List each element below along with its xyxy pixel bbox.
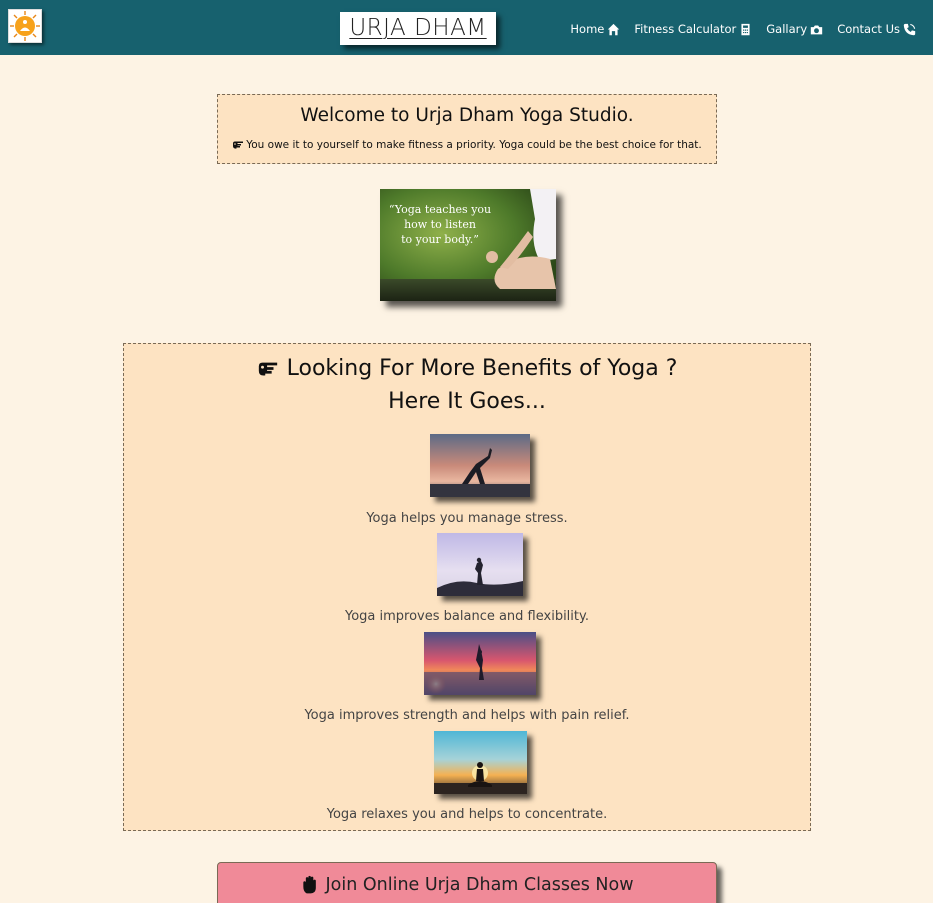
nav-fitness-calculator[interactable]: Fitness Calculator [634,22,752,36]
phone-icon [903,23,916,35]
welcome-box: Welcome to Urja Dham Yoga Studio. You ow… [217,94,717,164]
benefit-caption-strength: Yoga improves strength and helps with pa… [304,708,630,723]
join-online-classes-button[interactable]: Join Online Urja Dham Classes Now [217,862,717,903]
sunset-tree-pose-photo [424,632,536,695]
nav-home-label: Home [570,22,605,36]
balance-pose-photo [437,533,523,596]
nav-contact-us[interactable]: Contact Us [837,22,916,36]
brand-title[interactable]: URJA DHAM [340,12,496,45]
sunrise-meditation-photo [434,731,527,794]
sunset-yoga-pose-photo [430,434,530,497]
benefits-box: Looking For More Benefits of Yoga ? Here… [123,343,811,831]
welcome-subtitle: You owe it to yourself to make fitness a… [246,139,702,151]
hero-yoga-quote-image: “Yoga teaches you how to listen to your … [380,189,556,301]
nav-home[interactable]: Home [570,22,620,36]
nav-gallary-label: Gallary [766,22,808,36]
benefits-title: Looking For More Benefits of Yoga ? [286,356,678,381]
welcome-subtitle-row: You owe it to yourself to make fitness a… [218,139,716,151]
benefits-title-row: Looking For More Benefits of Yoga ? [124,354,810,384]
hero-quote-line-3: to your body.” [401,233,479,246]
benefit-image-concentrate [434,731,527,794]
urja-dham-logo[interactable] [8,9,42,43]
calculator-icon [741,23,750,35]
pointing-hand-icon [233,141,244,149]
nav-contact-us-label: Contact Us [837,22,900,36]
camera-icon [811,24,823,34]
welcome-title: Welcome to Urja Dham Yoga Studio. [300,105,634,126]
pointing-hand-icon [258,362,277,376]
benefits-subtitle: Here It Goes... [388,389,546,414]
raised-hand-icon [303,875,317,894]
navbar: URJA DHAM Home Fitness Calculator Gallar… [0,0,933,55]
benefit-caption-balance: Yoga improves balance and flexibility. [345,609,589,624]
benefit-caption-concentrate: Yoga relaxes you and helps to concentrat… [326,807,608,822]
nav-gallary[interactable]: Gallary [766,22,823,36]
hero-quote: “Yoga teaches you how to listen to your … [386,202,494,247]
hero-quote-line-2: how to listen [404,218,476,231]
benefit-image-balance [437,533,523,596]
benefit-caption-stress: Yoga helps you manage stress. [366,511,568,526]
benefit-image-stress [430,434,530,497]
home-icon [608,23,620,35]
benefit-image-strength [424,632,536,695]
nav-fitness-calculator-label: Fitness Calculator [634,22,737,36]
join-button-label: Join Online Urja Dham Classes Now [325,875,634,895]
sun-meditation-icon [10,11,40,41]
hero-quote-line-1: “Yoga teaches you [388,203,492,216]
nav-links: Home Fitness Calculator Gallary Contact … [570,19,916,39]
